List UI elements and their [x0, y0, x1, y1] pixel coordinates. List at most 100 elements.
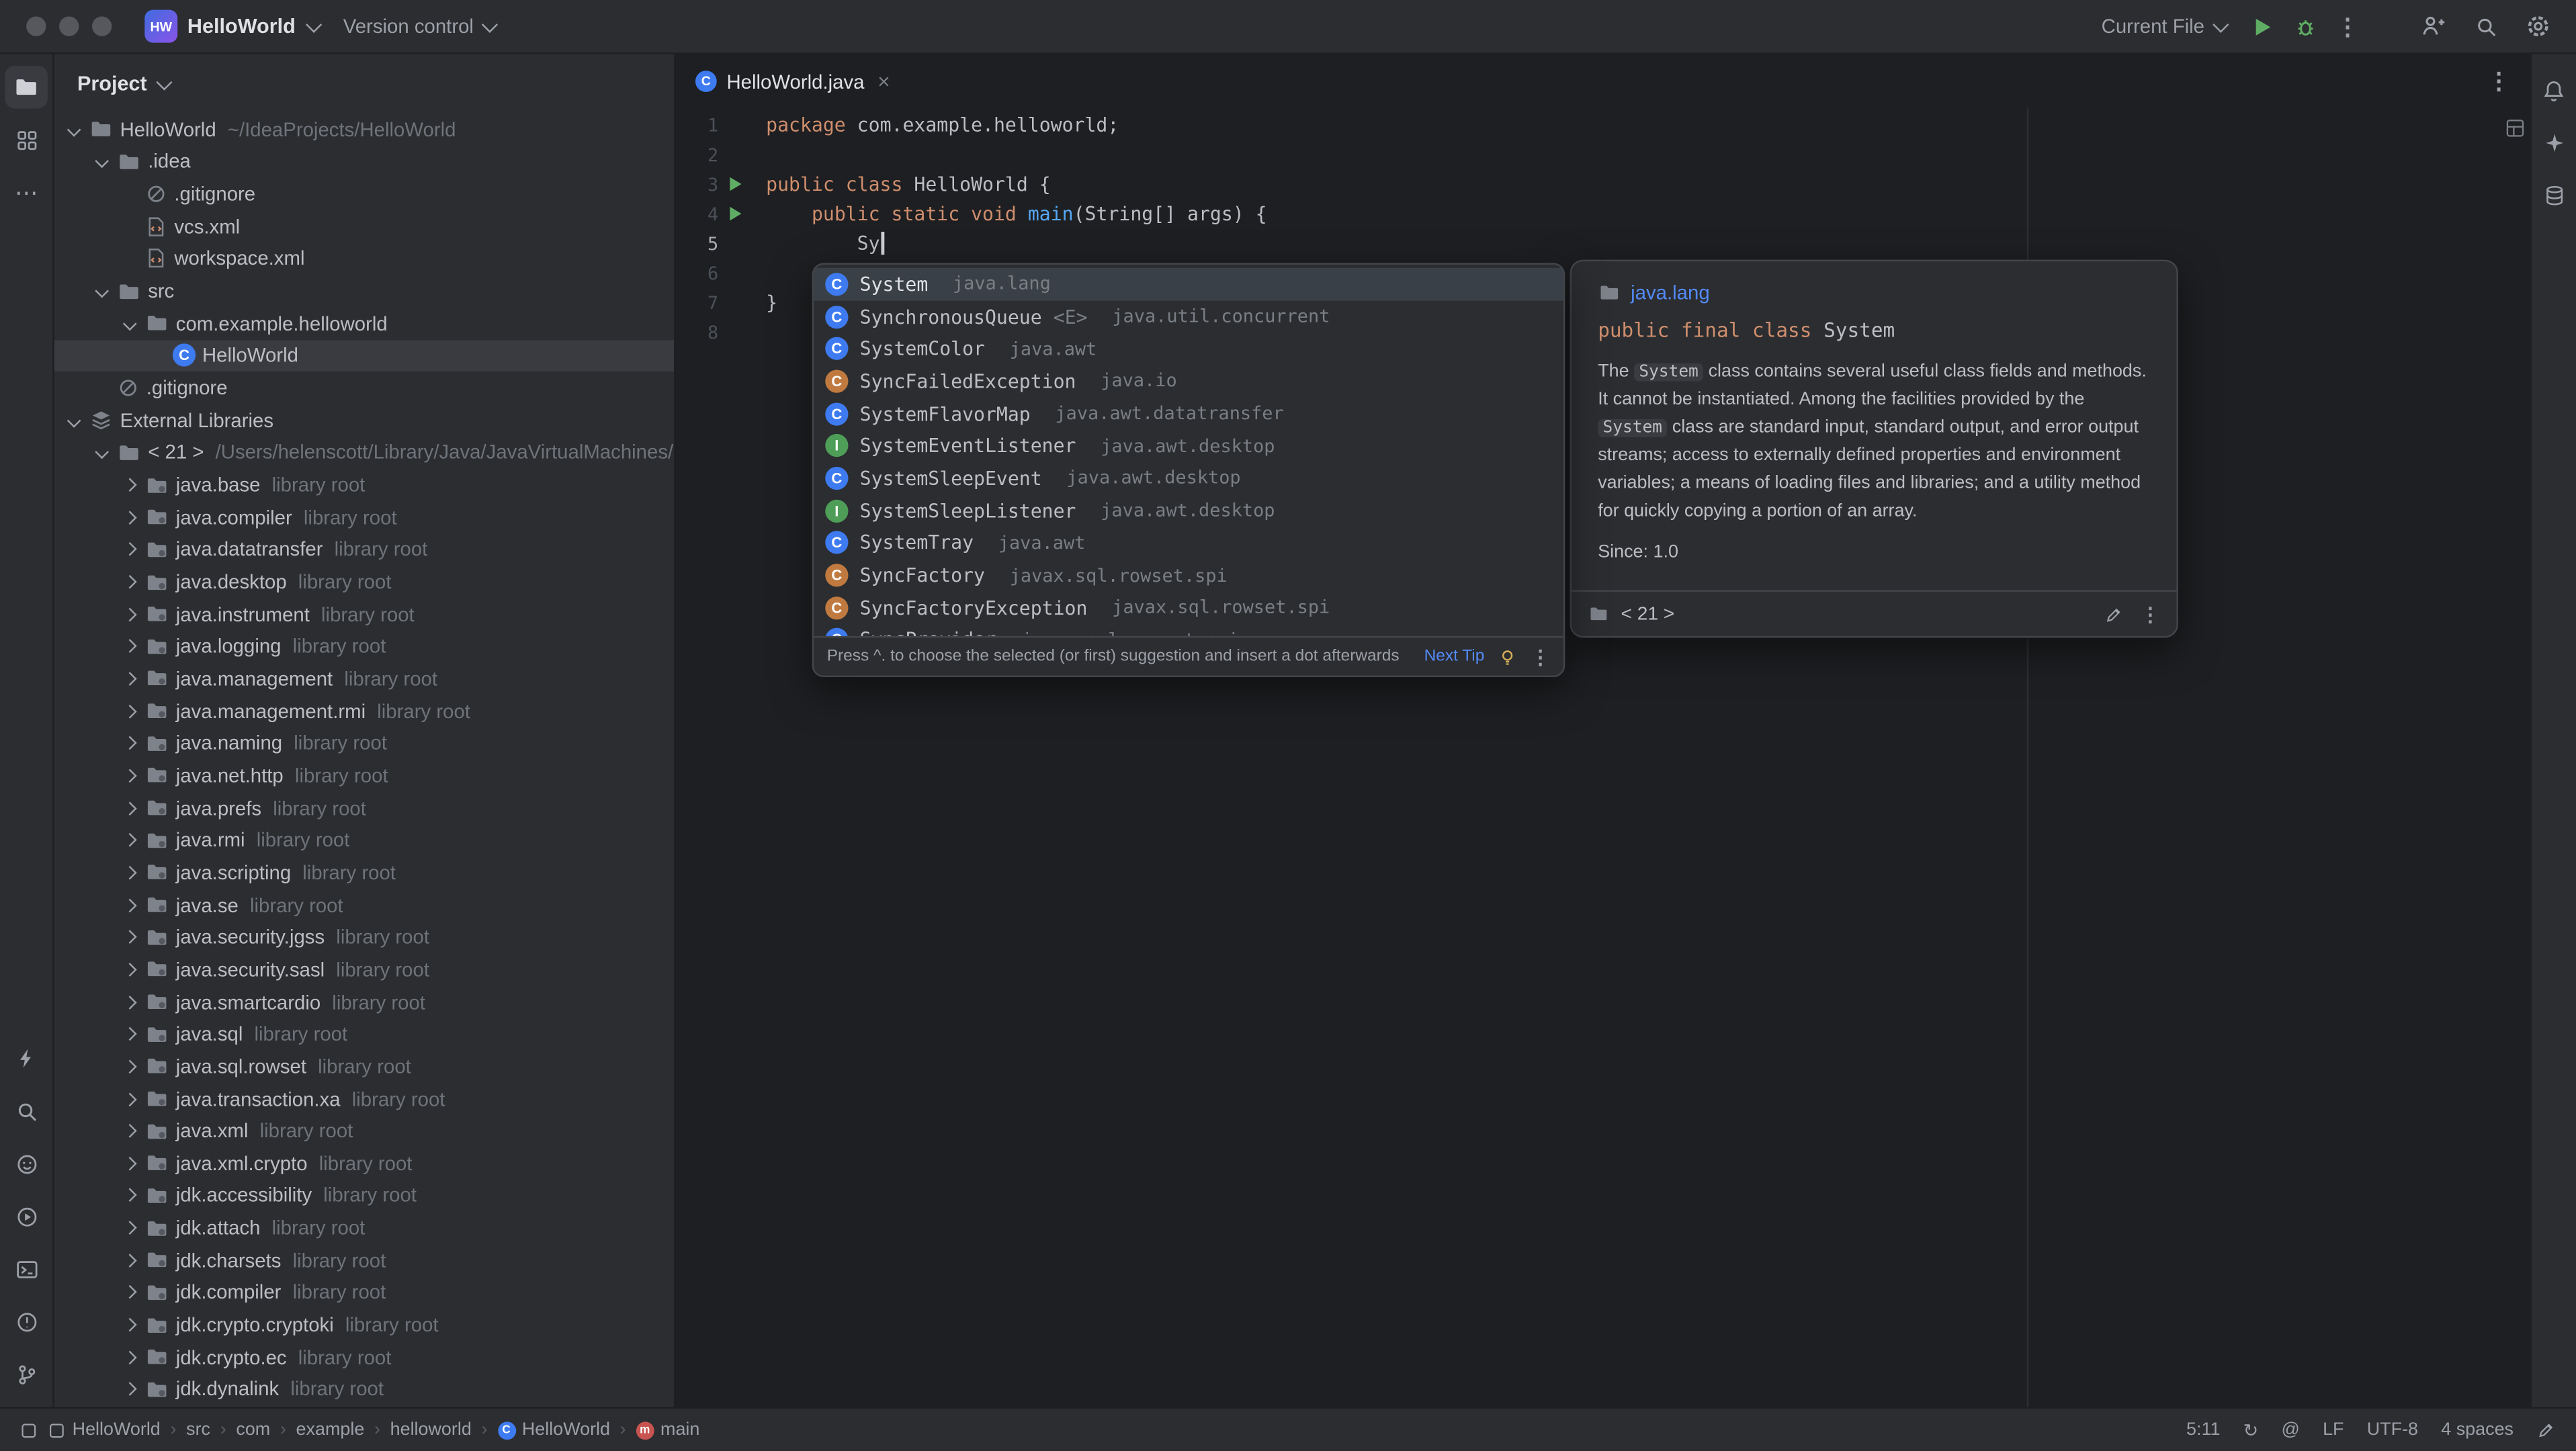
tree-row[interactable]: jdk.dynalinklibrary root: [54, 1373, 674, 1405]
tree-row[interactable]: java.scriptinglibrary root: [54, 856, 674, 889]
breadcrumb-item[interactable]: helloworld: [390, 1420, 472, 1440]
more-actions-button[interactable]: ⋮: [2326, 5, 2369, 48]
code-text[interactable]: public static void main(String[] args) {: [766, 202, 1266, 225]
chevron-right-icon[interactable]: [120, 830, 140, 850]
find-tool-button[interactable]: [5, 1090, 48, 1133]
completion-item[interactable]: ISystemEventListenerjava.awt.desktop: [814, 430, 1563, 462]
tree-row[interactable]: < 21 >/Users/helenscott/Library/Java/Jav…: [54, 437, 674, 469]
completion-item[interactable]: CSystemFlavorMapjava.awt.datatransfer: [814, 397, 1563, 429]
run-gutter-icon[interactable]: [718, 199, 751, 228]
annotations-icon[interactable]: @: [2281, 1420, 2299, 1440]
chevron-right-icon[interactable]: [120, 605, 140, 624]
project-tool-button[interactable]: [5, 66, 48, 109]
completion-item[interactable]: CSyncFactoryExceptionjavax.sql.rowset.sp…: [814, 592, 1563, 624]
chevron-down-icon[interactable]: [64, 410, 83, 430]
zoom-window-button[interactable]: [92, 16, 112, 36]
writable-file-icon[interactable]: [2536, 1420, 2556, 1440]
tree-row[interactable]: .gitignore: [54, 178, 674, 210]
close-window-button[interactable]: [26, 16, 46, 36]
debug-button[interactable]: [2283, 5, 2326, 48]
tree-row[interactable]: java.rmilibrary root: [54, 824, 674, 856]
tab-options-button[interactable]: ⋮: [2487, 67, 2510, 95]
run-gutter-icon[interactable]: [718, 169, 751, 199]
line-separator-widget[interactable]: LF: [2323, 1420, 2344, 1440]
chevron-right-icon[interactable]: [120, 928, 140, 947]
tree-row[interactable]: jdk.compilerlibrary root: [54, 1276, 674, 1309]
completion-item[interactable]: CSystemSleepEventjava.awt.desktop: [814, 462, 1563, 494]
tree-row[interactable]: jdk.attachlibrary root: [54, 1212, 674, 1244]
next-tip-link[interactable]: Next Tip: [1424, 648, 1485, 666]
chevron-right-icon[interactable]: [120, 701, 140, 721]
tree-row[interactable]: jdk.crypto.eclibrary root: [54, 1341, 674, 1373]
tree-row[interactable]: java.instrumentlibrary root: [54, 598, 674, 630]
doc-package-row[interactable]: java.lang: [1598, 281, 2150, 304]
tree-row[interactable]: HelloWorld~/IdeaProjects/HelloWorld: [54, 114, 674, 146]
completion-item[interactable]: CSyncFailedExceptionjava.io: [814, 365, 1563, 397]
tree-row[interactable]: java.transaction.xalibrary root: [54, 1083, 674, 1115]
breadcrumb-item[interactable]: CHelloWorld: [497, 1420, 610, 1440]
tree-row[interactable]: External Libraries: [54, 404, 674, 437]
ai-assistant-button[interactable]: [2532, 122, 2575, 165]
chevron-right-icon[interactable]: [120, 637, 140, 656]
code-text[interactable]: }: [766, 291, 777, 314]
chevron-right-icon[interactable]: [120, 863, 140, 882]
chevron-right-icon[interactable]: [120, 960, 140, 979]
tree-row[interactable]: java.prefslibrary root: [54, 792, 674, 824]
breadcrumb-item[interactable]: HelloWorld: [48, 1420, 161, 1440]
run-button[interactable]: [2241, 5, 2284, 48]
completion-item[interactable]: ISystemSleepListenerjava.awt.desktop: [814, 494, 1563, 527]
caret-position-widget[interactable]: 5:11: [2186, 1420, 2220, 1440]
tree-row[interactable]: vcs.xml: [54, 210, 674, 243]
tree-row[interactable]: java.xmllibrary root: [54, 1115, 674, 1147]
chevron-right-icon[interactable]: [120, 895, 140, 914]
chevron-right-icon[interactable]: [120, 1186, 140, 1205]
chevron-right-icon[interactable]: [120, 475, 140, 494]
run-configuration-selector[interactable]: Current File: [2102, 15, 2225, 38]
tree-row[interactable]: .idea: [54, 146, 674, 178]
completion-item[interactable]: CSyncFactoryjavax.sql.rowset.spi: [814, 559, 1563, 591]
tree-row[interactable]: java.xml.cryptolibrary root: [54, 1147, 674, 1180]
editor-tab[interactable]: C HelloWorld.java ×: [676, 54, 910, 109]
chevron-right-icon[interactable]: [120, 734, 140, 753]
tree-row[interactable]: java.logginglibrary root: [54, 630, 674, 662]
tree-row[interactable]: jdk.charsetslibrary root: [54, 1244, 674, 1276]
code-text[interactable]: public class HelloWorld {: [766, 173, 1051, 195]
tree-row[interactable]: java.smartcardiolibrary root: [54, 985, 674, 1018]
tree-row[interactable]: java.managementlibrary root: [54, 662, 674, 695]
terminal-tool-button[interactable]: [5, 1247, 48, 1290]
more-tool-windows-button[interactable]: ⋯: [5, 171, 48, 214]
database-button[interactable]: [2532, 174, 2575, 217]
tree-row[interactable]: java.sqllibrary root: [54, 1018, 674, 1050]
chevron-right-icon[interactable]: [120, 1283, 140, 1303]
chevron-down-icon[interactable]: [92, 152, 112, 171]
chevron-down-icon[interactable]: [64, 120, 83, 139]
chevron-down-icon[interactable]: [92, 281, 112, 301]
chevron-right-icon[interactable]: [120, 766, 140, 785]
doc-menu-button[interactable]: ⋮: [2141, 603, 2160, 625]
tree-row[interactable]: jdk.accessibilitylibrary root: [54, 1180, 674, 1212]
chevron-down-icon[interactable]: [120, 314, 140, 333]
assistant-tool-button[interactable]: [5, 1142, 48, 1185]
breadcrumb-item[interactable]: example: [296, 1420, 365, 1440]
chevron-right-icon[interactable]: [120, 1348, 140, 1367]
encoding-widget[interactable]: UTF-8: [2367, 1420, 2418, 1440]
indent-widget[interactable]: 4 spaces: [2441, 1420, 2514, 1440]
chevron-right-icon[interactable]: [120, 1057, 140, 1076]
breadcrumb-item[interactable]: com: [236, 1420, 270, 1440]
breadcrumb-item[interactable]: mmain: [636, 1420, 699, 1440]
chevron-right-icon[interactable]: [120, 1024, 140, 1044]
notifications-button[interactable]: [2532, 69, 2575, 112]
completion-item[interactable]: CSystemTrayjava.awt: [814, 527, 1563, 559]
build-tool-button[interactable]: [5, 1037, 48, 1080]
services-tool-button[interactable]: [5, 1195, 48, 1238]
chevron-right-icon[interactable]: [120, 1089, 140, 1108]
tree-row[interactable]: java.security.sasllibrary root: [54, 953, 674, 985]
chevron-right-icon[interactable]: [120, 1380, 140, 1399]
chevron-right-icon[interactable]: [120, 1218, 140, 1237]
tree-row[interactable]: jdk.crypto.cryptokilibrary root: [54, 1309, 674, 1341]
refresh-icon[interactable]: ↻: [2243, 1419, 2259, 1441]
tree-row[interactable]: java.selibrary root: [54, 889, 674, 921]
tree-row[interactable]: workspace.xml: [54, 243, 674, 275]
completion-item[interactable]: CSynchronousQueue<E>java.util.concurrent: [814, 300, 1563, 333]
tree-row[interactable]: java.baselibrary root: [54, 469, 674, 501]
